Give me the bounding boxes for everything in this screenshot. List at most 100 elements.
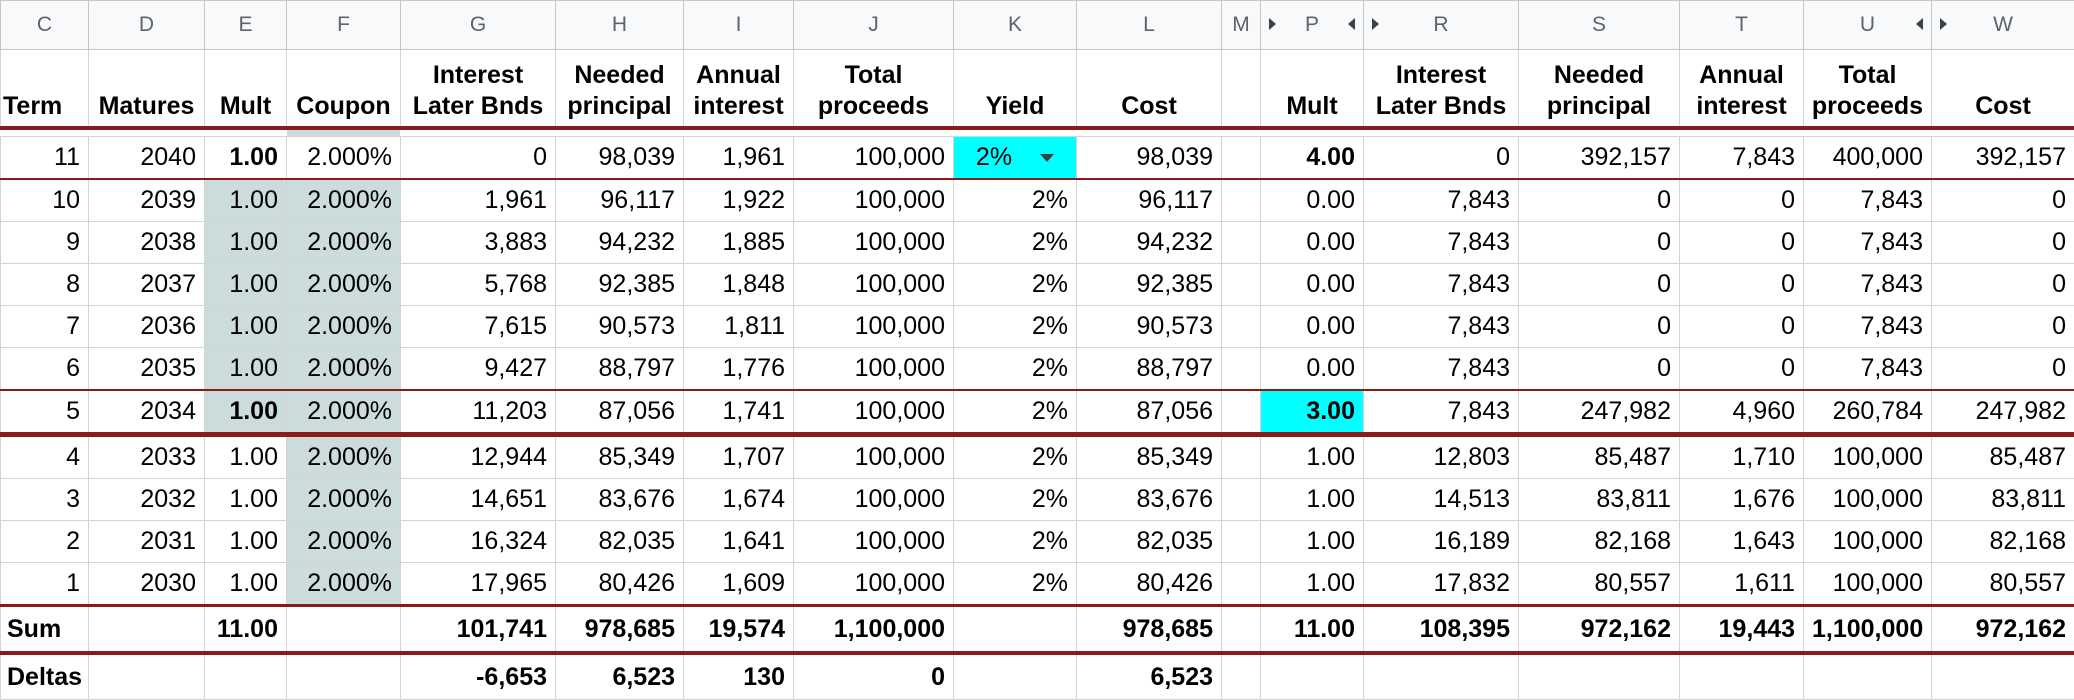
cell-annual-interest-2[interactable]: 1,710 (1680, 435, 1804, 479)
cell-needed-principal[interactable]: 88,797 (556, 348, 684, 391)
cell-term[interactable]: 4 (1, 435, 89, 479)
cell-cost-2[interactable]: 0 (1932, 306, 2074, 348)
cell-annual-interest-2[interactable]: 0 (1680, 264, 1804, 306)
header-interest-later-2[interactable]: Interest Later Bnds (1364, 50, 1519, 129)
cell-needed-principal[interactable]: 94,232 (556, 222, 684, 264)
col-header-h[interactable]: H (556, 1, 684, 50)
deltas-total-proceeds[interactable]: 0 (794, 653, 954, 700)
cell-cost[interactable]: 94,232 (1077, 222, 1222, 264)
cell-needed-principal[interactable]: 87,056 (556, 390, 684, 435)
cell-yield[interactable]: 2% (954, 348, 1077, 391)
cell-matures[interactable]: 2035 (89, 348, 205, 391)
cell-annual-interest-2[interactable]: 0 (1680, 179, 1804, 222)
cell-needed-principal-2[interactable]: 0 (1519, 222, 1680, 264)
cell-annual-interest[interactable]: 1,922 (684, 179, 794, 222)
cell-blank-m[interactable] (1222, 264, 1261, 306)
cell-mult-2[interactable]: 0.00 (1261, 179, 1364, 222)
cell-term[interactable]: 3 (1, 479, 89, 521)
cell-annual-interest-2[interactable]: 1,611 (1680, 563, 1804, 606)
cell-interest-later[interactable]: 17,965 (401, 563, 556, 606)
cell-interest-later[interactable]: 16,324 (401, 521, 556, 563)
cell-needed-principal[interactable]: 90,573 (556, 306, 684, 348)
cell-coupon[interactable]: 2.000% (287, 264, 401, 306)
header-needed-principal-2[interactable]: Needed principal (1519, 50, 1680, 129)
cell-mult-2[interactable]: 0.00 (1261, 348, 1364, 391)
cell-needed-principal[interactable]: 80,426 (556, 563, 684, 606)
cell-annual-interest[interactable]: 1,741 (684, 390, 794, 435)
deltas-interest-later[interactable]: -6,653 (401, 653, 556, 700)
cell-term[interactable]: 1 (1, 563, 89, 606)
col-header-t[interactable]: T (1680, 1, 1804, 50)
cell-mult[interactable]: 1.00 (205, 435, 287, 479)
cell-matures[interactable]: 2032 (89, 479, 205, 521)
cell-total-proceeds[interactable]: 100,000 (794, 348, 954, 391)
cell-annual-interest[interactable]: 1,674 (684, 479, 794, 521)
deltas-term[interactable]: Deltas (1, 653, 89, 700)
col-header-r[interactable]: R (1364, 1, 1519, 50)
cell-yield[interactable]: 2% (954, 435, 1077, 479)
cell-cost[interactable]: 90,573 (1077, 306, 1222, 348)
sum-coupon[interactable] (287, 606, 401, 654)
cell-yield[interactable]: 2% (954, 179, 1077, 222)
deltas-blank-m[interactable] (1222, 653, 1261, 700)
cell-total-proceeds[interactable]: 100,000 (794, 521, 954, 563)
sum-interest-later[interactable]: 101,741 (401, 606, 556, 654)
cell-mult[interactable]: 1.00 (205, 348, 287, 391)
col-header-f[interactable]: F (287, 1, 401, 50)
cell-interest-later-2[interactable]: 16,189 (1364, 521, 1519, 563)
cell-annual-interest[interactable]: 1,776 (684, 348, 794, 391)
cell-matures[interactable]: 2031 (89, 521, 205, 563)
cell-term[interactable]: 5 (1, 390, 89, 435)
cell-annual-interest-2[interactable]: 1,676 (1680, 479, 1804, 521)
header-cost-2[interactable]: Cost (1932, 50, 2074, 129)
header-cost[interactable]: Cost (1077, 50, 1222, 129)
cell-total-proceeds[interactable]: 100,000 (794, 264, 954, 306)
cell-yield[interactable]: 2% (954, 563, 1077, 606)
sum-mult-2[interactable]: 11.00 (1261, 606, 1364, 654)
header-mult[interactable]: Mult (205, 50, 287, 129)
deltas-total-proceeds-2[interactable] (1804, 653, 1932, 700)
cell-mult[interactable]: 1.00 (205, 222, 287, 264)
col-header-p[interactable]: P (1261, 1, 1364, 50)
deltas-mult-2[interactable] (1261, 653, 1364, 700)
cell-annual-interest-2[interactable]: 0 (1680, 306, 1804, 348)
cell-total-proceeds[interactable]: 100,000 (794, 435, 954, 479)
cell-term[interactable]: 7 (1, 306, 89, 348)
col-header-j[interactable]: J (794, 1, 954, 50)
cell-interest-later[interactable]: 14,651 (401, 479, 556, 521)
cell-blank-m[interactable] (1222, 390, 1261, 435)
expand-columns-right-icon[interactable] (1372, 18, 1379, 30)
deltas-yield[interactable] (954, 653, 1077, 700)
cell-annual-interest-2[interactable]: 0 (1680, 348, 1804, 391)
deltas-needed-principal[interactable]: 6,523 (556, 653, 684, 700)
cell-coupon[interactable]: 2.000% (287, 479, 401, 521)
cell-mult[interactable]: 1.00 (205, 479, 287, 521)
cell-total-proceeds[interactable]: 100,000 (794, 479, 954, 521)
cell-term[interactable]: 8 (1, 264, 89, 306)
sum-annual-interest[interactable]: 19,574 (684, 606, 794, 654)
cell-total-proceeds[interactable]: 100,000 (794, 222, 954, 264)
cell-mult[interactable]: 1.00 (205, 137, 287, 180)
cell-interest-later-2[interactable]: 17,832 (1364, 563, 1519, 606)
cell-term[interactable]: 11 (1, 137, 89, 180)
sum-total-proceeds[interactable]: 1,100,000 (794, 606, 954, 654)
expand-columns-left-icon[interactable] (1916, 18, 1923, 30)
cell-coupon[interactable]: 2.000% (287, 390, 401, 435)
cell-blank-m[interactable] (1222, 479, 1261, 521)
cell-total-proceeds-2[interactable]: 100,000 (1804, 521, 1932, 563)
cell-coupon[interactable]: 2.000% (287, 222, 401, 264)
cell-annual-interest[interactable]: 1,961 (684, 137, 794, 180)
col-header-k[interactable]: K (954, 1, 1077, 50)
cell-needed-principal-2[interactable]: 0 (1519, 306, 1680, 348)
header-annual-interest-2[interactable]: Annual interest (1680, 50, 1804, 129)
cell-term[interactable]: 9 (1, 222, 89, 264)
sum-total-proceeds-2[interactable]: 1,100,000 (1804, 606, 1932, 654)
cell-yield[interactable]: 2% (954, 222, 1077, 264)
cell-annual-interest[interactable]: 1,885 (684, 222, 794, 264)
cell-coupon[interactable]: 2.000% (287, 521, 401, 563)
cell-needed-principal[interactable]: 82,035 (556, 521, 684, 563)
cell-blank-m[interactable] (1222, 521, 1261, 563)
cell-coupon[interactable]: 2.000% (287, 179, 401, 222)
sum-cost-2[interactable]: 972,162 (1932, 606, 2074, 654)
deltas-matures[interactable] (89, 653, 205, 700)
